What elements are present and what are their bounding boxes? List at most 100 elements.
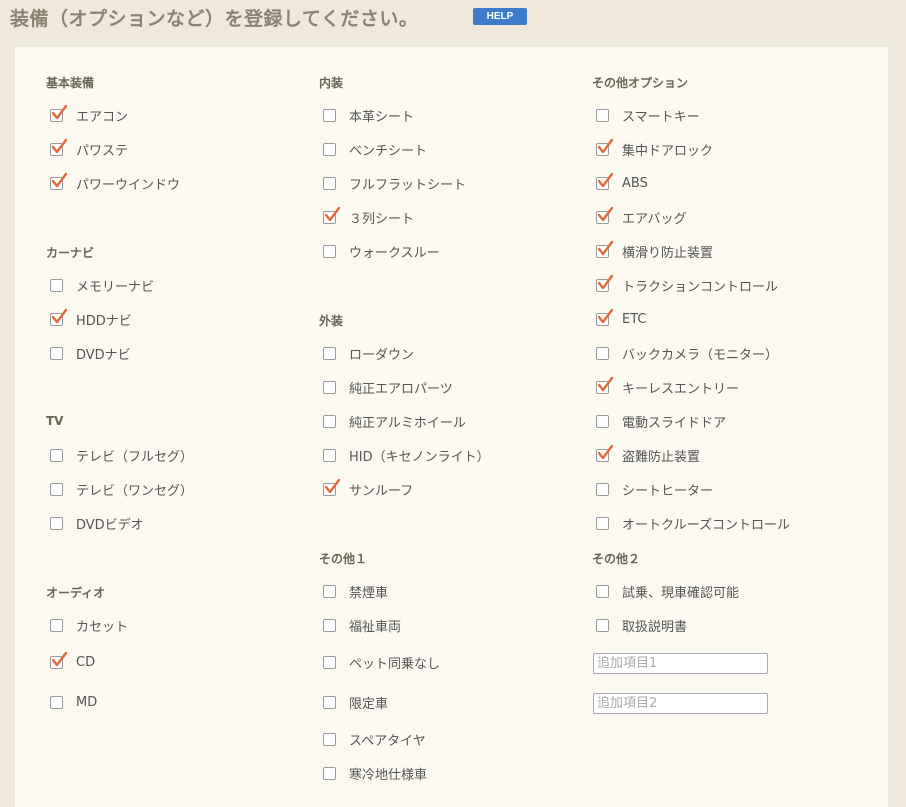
option-checkbox[interactable]: トラクションコントロール bbox=[596, 274, 778, 295]
checkbox-box[interactable] bbox=[323, 584, 336, 598]
checkbox-box[interactable] bbox=[50, 172, 68, 190]
checkbox-box[interactable] bbox=[50, 482, 63, 496]
checkbox-box[interactable] bbox=[323, 108, 336, 122]
option-checkbox[interactable]: 試乗、現車確認可能 bbox=[596, 581, 739, 601]
option-checkbox[interactable]: オートクルーズコントロール bbox=[596, 513, 790, 533]
extra-item-field-2[interactable] bbox=[593, 693, 768, 714]
option-checkbox[interactable]: ペット同乗なし bbox=[323, 652, 440, 672]
checkbox-label: パワステ bbox=[76, 143, 129, 159]
option-checkbox[interactable]: 盗難防止装置 bbox=[596, 444, 700, 465]
option-checkbox[interactable]: DVDビデオ bbox=[50, 513, 144, 533]
checkbox-box[interactable] bbox=[50, 695, 63, 709]
checkbox-box[interactable] bbox=[50, 308, 68, 326]
option-checkbox[interactable]: エアバッグ bbox=[596, 206, 686, 227]
checkbox-label: ３列シート bbox=[349, 211, 415, 227]
checkbox-box[interactable] bbox=[50, 346, 63, 360]
checkbox-box[interactable] bbox=[323, 206, 341, 224]
checkbox-box[interactable] bbox=[596, 516, 609, 530]
checkbox-box[interactable] bbox=[596, 172, 614, 190]
option-checkbox[interactable]: MD bbox=[50, 692, 97, 712]
option-checkbox[interactable]: パワーウインドウ bbox=[50, 172, 180, 193]
option-checkbox[interactable]: テレビ（フルセグ） bbox=[50, 445, 193, 465]
option-checkbox[interactable]: 福祉車両 bbox=[323, 615, 401, 635]
checkbox-box[interactable] bbox=[323, 695, 336, 709]
checkbox-box[interactable] bbox=[596, 308, 614, 326]
option-checkbox[interactable]: DVDナビ bbox=[50, 343, 131, 363]
option-checkbox[interactable]: シートヒーター bbox=[596, 479, 713, 499]
option-checkbox[interactable]: HID（キセノンライト） bbox=[323, 445, 490, 465]
option-checkbox[interactable]: エアコン bbox=[50, 104, 128, 125]
checkbox-box[interactable] bbox=[323, 655, 336, 669]
option-checkbox[interactable]: ３列シート bbox=[323, 206, 415, 227]
option-checkbox[interactable]: フルフラットシート bbox=[323, 173, 466, 193]
option-checkbox[interactable]: 純正アルミホイール bbox=[323, 411, 466, 431]
checkbox-box[interactable] bbox=[323, 732, 336, 746]
checkbox-label: テレビ（フルセグ） bbox=[76, 449, 194, 465]
checkbox-box[interactable] bbox=[50, 448, 63, 462]
option-checkbox[interactable]: 本革シート bbox=[323, 105, 414, 125]
option-checkbox[interactable]: キーレスエントリー bbox=[596, 376, 739, 397]
option-checkbox[interactable]: カセット bbox=[50, 615, 128, 635]
checkbox-label: 横滑り防止装置 bbox=[622, 245, 714, 261]
option-checkbox[interactable]: 禁煙車 bbox=[323, 581, 388, 601]
extra-item-field-1[interactable] bbox=[593, 653, 768, 674]
help-button[interactable]: HELP bbox=[473, 8, 527, 25]
checkbox-box[interactable] bbox=[323, 380, 336, 394]
option-checkbox[interactable]: 限定車 bbox=[323, 692, 388, 712]
checkbox-box[interactable] bbox=[596, 138, 614, 156]
checkbox-box[interactable] bbox=[596, 444, 614, 462]
option-checkbox[interactable]: 電動スライドドア bbox=[596, 411, 726, 431]
option-checkbox[interactable]: 純正エアロパーツ bbox=[323, 377, 453, 397]
checkbox-box[interactable] bbox=[323, 346, 336, 360]
checkbox-box[interactable] bbox=[50, 618, 63, 632]
option-checkbox[interactable]: 寒冷地仕様車 bbox=[323, 763, 427, 783]
section-heading-audio: オーディオ bbox=[46, 586, 106, 600]
checkbox-box[interactable] bbox=[323, 618, 336, 632]
checkbox-label: 禁煙車 bbox=[349, 585, 389, 601]
option-checkbox[interactable]: パワステ bbox=[50, 138, 129, 159]
option-checkbox[interactable]: ウォークスルー bbox=[323, 241, 440, 261]
option-checkbox[interactable]: スマートキー bbox=[596, 105, 700, 125]
checkbox-box[interactable] bbox=[50, 138, 68, 156]
checkbox-box[interactable] bbox=[50, 651, 68, 669]
checkbox-box[interactable] bbox=[323, 414, 336, 428]
checkbox-label: バックカメラ（モニター） bbox=[622, 347, 779, 363]
checkbox-box[interactable] bbox=[596, 206, 614, 224]
checkbox-box[interactable] bbox=[323, 766, 336, 780]
checkbox-box[interactable] bbox=[596, 346, 609, 360]
option-checkbox[interactable]: スペアタイヤ bbox=[323, 729, 426, 749]
checkbox-box[interactable] bbox=[323, 142, 336, 156]
option-checkbox[interactable]: ABS bbox=[596, 172, 648, 193]
checkbox-box[interactable] bbox=[323, 176, 336, 190]
checkbox-box[interactable] bbox=[596, 108, 609, 122]
checkbox-box[interactable] bbox=[596, 482, 609, 496]
option-checkbox[interactable]: 取扱説明書 bbox=[596, 615, 687, 635]
option-checkbox[interactable]: サンルーフ bbox=[323, 478, 413, 499]
option-checkbox[interactable]: ローダウン bbox=[323, 343, 414, 363]
checkbox-box[interactable] bbox=[323, 448, 336, 462]
checkbox-label: スペアタイヤ bbox=[349, 733, 426, 749]
check-mark-icon bbox=[51, 172, 68, 187]
checkbox-box[interactable] bbox=[323, 244, 336, 258]
option-checkbox[interactable]: 集中ドアロック bbox=[596, 138, 713, 159]
option-checkbox[interactable]: テレビ（ワンセグ） bbox=[50, 479, 193, 499]
checkbox-label: シートヒーター bbox=[622, 483, 714, 499]
checkbox-box[interactable] bbox=[596, 240, 614, 258]
checkbox-box[interactable] bbox=[596, 414, 609, 428]
option-checkbox[interactable]: メモリーナビ bbox=[50, 275, 154, 295]
option-checkbox[interactable]: CD bbox=[50, 651, 95, 672]
option-checkbox[interactable]: バックカメラ（モニター） bbox=[596, 343, 778, 363]
checkbox-box[interactable] bbox=[596, 618, 609, 632]
option-checkbox[interactable]: ベンチシート bbox=[323, 139, 427, 159]
option-checkbox[interactable]: 横滑り防止装置 bbox=[596, 240, 714, 261]
checkbox-box[interactable] bbox=[596, 584, 609, 598]
option-checkbox[interactable]: HDDナビ bbox=[50, 308, 132, 329]
checkbox-box[interactable] bbox=[50, 104, 68, 122]
checkbox-box[interactable] bbox=[323, 478, 341, 496]
checkbox-box[interactable] bbox=[50, 516, 63, 530]
checkbox-box[interactable] bbox=[596, 376, 614, 394]
checkbox-box[interactable] bbox=[596, 274, 614, 292]
checkbox-label: 限定車 bbox=[349, 696, 389, 712]
checkbox-box[interactable] bbox=[50, 278, 63, 292]
option-checkbox[interactable]: ETC bbox=[596, 308, 646, 329]
